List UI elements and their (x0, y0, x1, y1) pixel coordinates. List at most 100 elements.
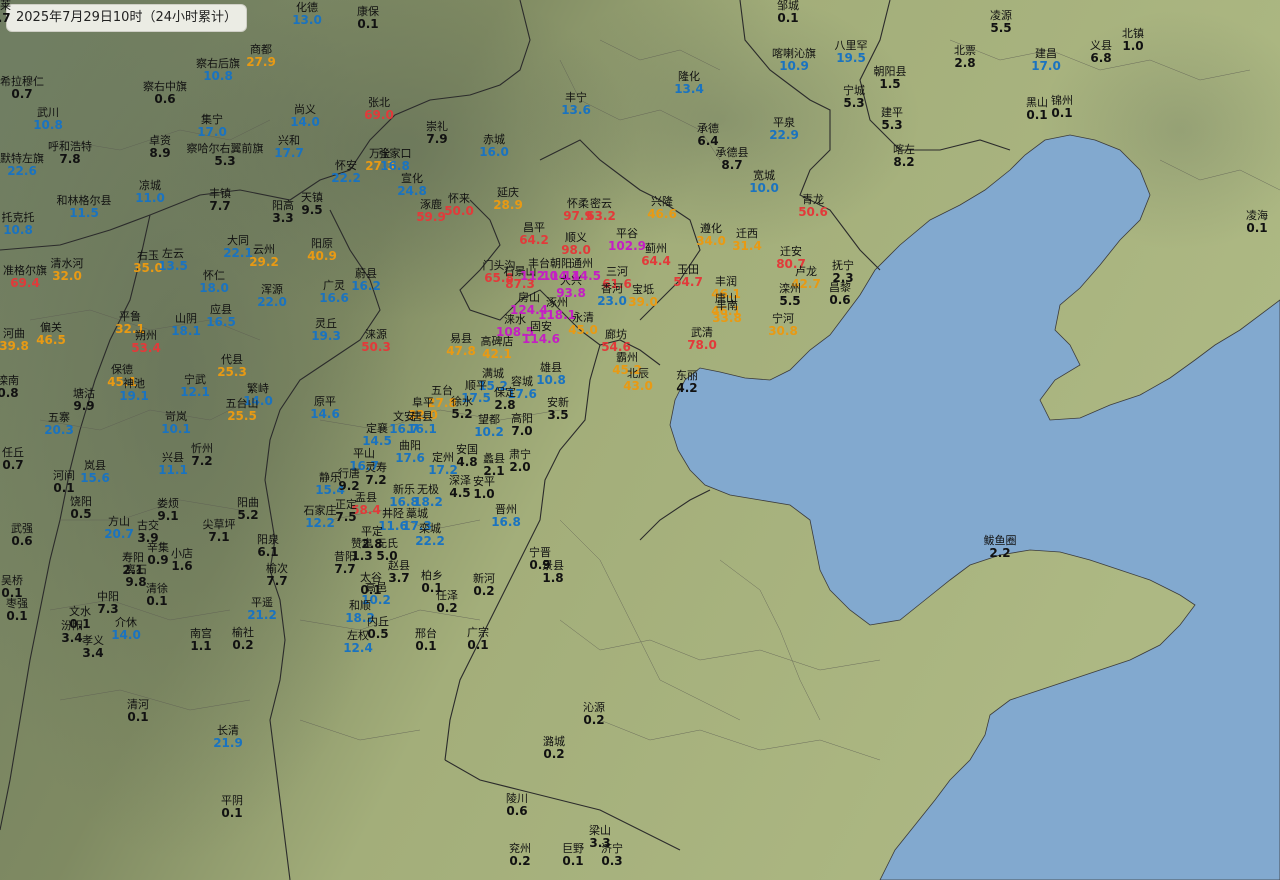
station-label: 丰南 33.8 (712, 300, 742, 325)
station-label: 呼和浩特 7.8 (48, 141, 92, 166)
station-label: 灵寿 7.2 (365, 462, 387, 487)
station-label: 肃宁 2.0 (509, 449, 531, 474)
rainfall-value: 7.8 (59, 152, 81, 166)
station-label: 涞源 50.3 (361, 329, 391, 354)
station-label: 易县 47.8 (446, 333, 476, 358)
rainfall-value: 0.2 (473, 584, 495, 598)
rainfall-value: 69.4 (10, 276, 40, 290)
rainfall-value: 29.2 (249, 255, 279, 269)
rainfall-value: 0.5 (70, 507, 92, 521)
station-label: 宁武 12.1 (180, 374, 210, 399)
rainfall-value: 2.8 (954, 56, 976, 70)
rainfall-value: 1.8 (542, 571, 564, 585)
rainfall-value: 23.0 (597, 294, 627, 308)
station-label: 建平 5.3 (881, 107, 903, 132)
rainfall-value: 5.5 (779, 294, 801, 308)
rainfall-value: 7.5 (335, 510, 357, 524)
rainfall-value: 78.0 (687, 338, 717, 352)
rainfall-value: 19.5 (836, 51, 866, 65)
station-label: 化德 13.0 (292, 2, 322, 27)
station-label: 山阴 18.1 (171, 313, 201, 338)
rainfall-value: 4.2 (676, 381, 698, 395)
station-label: 察哈尔右翼前旗 5.3 (187, 143, 264, 168)
rainfall-value: 13.5 (158, 259, 188, 273)
rainfall-value: 12.2 (305, 516, 335, 530)
rainfall-value: 10.8 (203, 69, 233, 83)
station-label: 通州 114.5 (563, 258, 601, 283)
rainfall-value: 14.6 (310, 407, 340, 421)
rainfall-value: 13.0 (292, 13, 322, 27)
station-label: 集宁 17.0 (197, 114, 227, 139)
rainfall-value: 46.6 (647, 207, 677, 221)
station-label: 平泉 22.9 (769, 117, 799, 142)
station-label: 武强 0.6 (11, 523, 33, 548)
station-label: 灵丘 19.3 (311, 318, 341, 343)
station-label: 汾阳 3.4 (61, 620, 83, 645)
rainfall-value: 50.0 (444, 204, 474, 218)
rainfall-value: 10.8 (3, 223, 33, 237)
station-label: 五寨 20.3 (44, 412, 74, 437)
rainfall-value: 14.0 (111, 628, 141, 642)
station-label: 离石 9.8 (125, 564, 147, 589)
rainfall-value: 10.8 (33, 118, 63, 132)
rainfall-value: 0.8 (0, 386, 19, 400)
station-label: 默特左旗 22.6 (0, 153, 44, 178)
station-label: 香河 23.0 (597, 283, 627, 308)
station-label: 娄烦 9.1 (157, 498, 179, 523)
rainfall-value: 17.0 (197, 125, 227, 139)
rainfall-value: 7.7 (334, 562, 356, 576)
rainfall-value: 2.0 (509, 460, 531, 474)
station-label: 昌平 64.2 (519, 222, 549, 247)
rainfall-value: 5.5 (990, 21, 1012, 35)
station-label: 榆社 0.2 (232, 627, 254, 652)
station-label: 义县 6.8 (1090, 40, 1112, 65)
station-label: 巨野 0.1 (562, 843, 584, 868)
station-label: 高阳 7.0 (511, 413, 533, 438)
rainfall-value: 39.8 (0, 339, 29, 353)
rainfall-map[interactable] (0, 0, 1280, 880)
rainfall-value: 0.6 (506, 804, 528, 818)
station-label: 滦州 5.5 (779, 283, 801, 308)
rainfall-value: 0.1 (415, 639, 437, 653)
station-label: 任丘 0.7 (2, 447, 24, 472)
rainfall-value: 11.0 (135, 191, 165, 205)
station-label: 邢台 0.1 (415, 628, 437, 653)
station-label: 希拉穆仁 0.7 (0, 76, 44, 101)
rainfall-value: 0.1 (467, 638, 489, 652)
rainfall-value: 11.5 (69, 206, 99, 220)
station-label: 河曲 39.8 (0, 328, 29, 353)
station-label: 左权 12.4 (343, 630, 373, 655)
station-label: 迁西 31.4 (732, 228, 762, 253)
rainfall-value: 19.1 (119, 389, 149, 403)
station-label: 八里罕 19.5 (835, 40, 868, 65)
station-label: 陵川 0.6 (506, 793, 528, 818)
station-label: 雄县 10.8 (536, 362, 566, 387)
station-label: 无极 18.2 (413, 484, 443, 509)
station-label: 赤城 16.0 (479, 134, 509, 159)
rainfall-value: 7.1 (208, 530, 230, 544)
station-label: 原平 14.6 (310, 396, 340, 421)
station-label: 高碑店 42.1 (481, 336, 514, 361)
rainfall-value: 0.1 (221, 806, 243, 820)
rainfall-value: 1.0 (1122, 39, 1144, 53)
station-label: 宽城 10.0 (749, 170, 779, 195)
rainfall-value: 3.5 (547, 408, 569, 422)
station-label: 任泽 0.2 (436, 590, 458, 615)
rainfall-value: 0.2 (583, 713, 605, 727)
rainfall-value: 0.2 (232, 638, 254, 652)
station-label: 浑源 22.0 (257, 284, 287, 309)
rainfall-value: 21.9 (213, 736, 243, 750)
rainfall-value: 9.5 (301, 203, 323, 217)
rainfall-value: 20.3 (44, 423, 74, 437)
station-label: 隆化 13.4 (674, 71, 704, 96)
station-label: 玉田 54.7 (673, 264, 703, 289)
station-label: 察右后旗 10.8 (196, 58, 240, 83)
rainfall-value: 13.4 (674, 82, 704, 96)
rainfall-value: 7.7 (266, 574, 288, 588)
station-label: 广宗 0.1 (467, 627, 489, 652)
station-label: 宝坻 39.0 (628, 284, 658, 309)
rainfall-value: 53.4 (131, 341, 161, 355)
station-label: 清水河 32.0 (51, 258, 84, 283)
rainfall-value: 2.7 (0, 11, 11, 25)
station-label: 塘沽 9.9 (73, 388, 95, 413)
